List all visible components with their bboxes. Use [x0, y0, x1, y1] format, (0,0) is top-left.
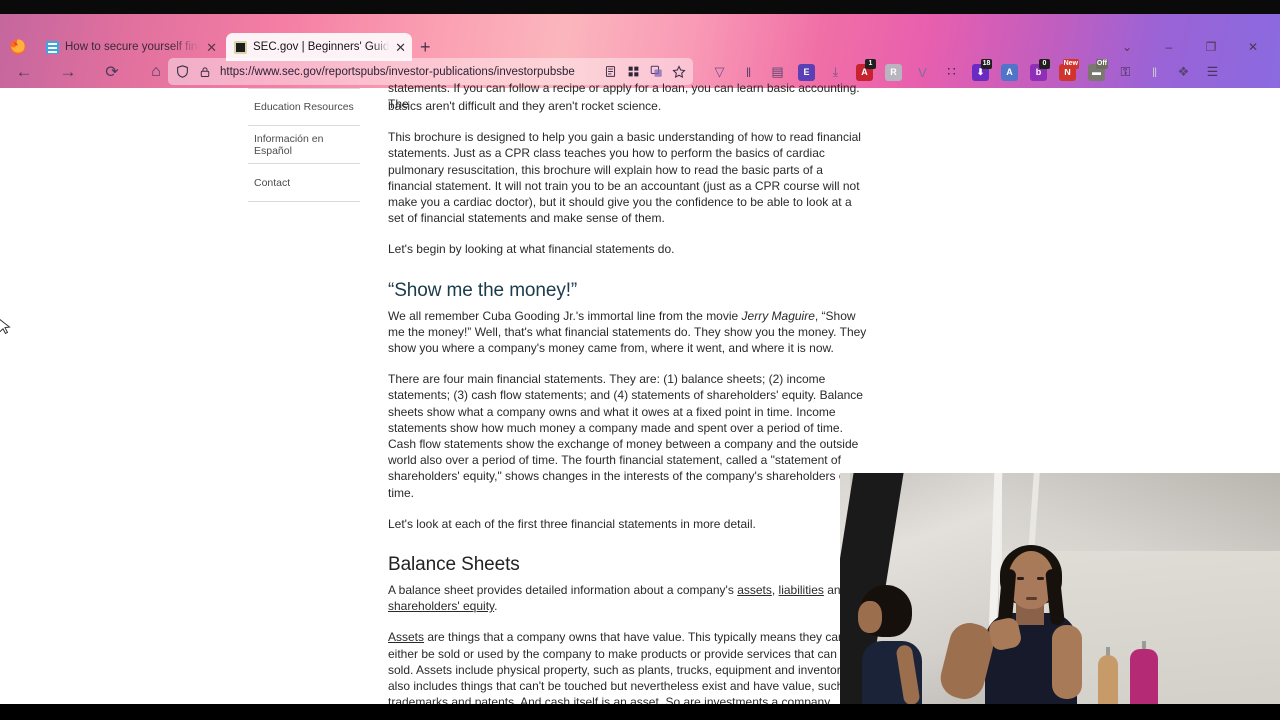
paragraph-first-three: Let's look at each of the first three fi… [388, 516, 756, 531]
extension-badge: Off [1095, 59, 1108, 69]
balance-separator: , [771, 583, 779, 598]
padlock-icon[interactable] [197, 64, 213, 80]
paragraph-brochure: This brochure is designed to help you ga… [388, 130, 861, 226]
paragraph-intro-tail: basics aren't difficult and they aren't … [388, 99, 662, 113]
sidebar-item-label: Contact [254, 176, 291, 189]
star-icon[interactable] [671, 64, 687, 80]
extension-badge: 0 [1039, 59, 1050, 69]
tab-title: How to secure yourself financia [65, 41, 200, 53]
new-tab-button[interactable]: + [420, 38, 431, 56]
script-blocker-extension-icon[interactable]: R [879, 58, 908, 86]
extension-badge: New [1062, 59, 1079, 69]
paragraph-lets-begin: Let's begin by looking at what financial… [388, 242, 675, 257]
app-menu-icon[interactable]: ☰ [1198, 58, 1227, 86]
paragraph-jerry-maguire: We all remember Cuba Gooding Jr.'s immor… [388, 308, 870, 357]
icon-glyph: V [918, 64, 927, 80]
heading-show-me-the-money: “Show me the money!” [388, 279, 578, 301]
privacy-lock-extension-icon[interactable]: ⚿ [1111, 58, 1140, 86]
extension-badge: 1 [865, 59, 876, 69]
link-shareholders-equity[interactable]: shareholders' equity [388, 599, 494, 613]
close-tab-icon[interactable]: ✕ [206, 41, 217, 54]
bitwarden-extension-icon[interactable]: b0 [1024, 58, 1053, 86]
mirror-reflection-face [858, 601, 882, 633]
reader-view-icon[interactable] [602, 64, 618, 80]
reload-button[interactable]: ⟳ [98, 58, 126, 86]
movie-title: Jerry Maguire [741, 308, 815, 323]
icon-glyph: E [798, 63, 815, 81]
heading-balance-sheets: Balance Sheets [388, 554, 520, 576]
paragraph-balance-sheet-definition: A balance sheet provides detailed inform… [388, 582, 870, 614]
icon-glyph: R [885, 63, 902, 81]
columns-extension-icon[interactable]: ‖ [1140, 58, 1169, 86]
sidebar-item-label: Education Resources [254, 101, 354, 113]
translate-icon[interactable] [648, 64, 664, 80]
sidebar-item-informacion-en-espanol[interactable]: Información en Español [248, 126, 360, 164]
title-bar-strip [0, 0, 1280, 14]
person-eye-left [1017, 577, 1024, 580]
mouse-cursor [0, 318, 11, 335]
url-text[interactable]: https://www.sec.gov/reportspubs/investor… [220, 66, 595, 78]
link-liabilities[interactable]: liabilities [779, 583, 824, 597]
person-eye-right [1037, 577, 1044, 580]
download-manager-extension-icon[interactable]: ⬇ 18 [966, 58, 995, 86]
balance-text-a: A balance sheet provides detailed inform… [388, 583, 738, 598]
icon-glyph: A [1001, 63, 1018, 81]
home-button[interactable]: ⌂ [142, 58, 170, 86]
translator-extension-icon[interactable]: A [995, 58, 1024, 86]
balance-text-c: . [494, 599, 498, 614]
icon-glyph: ☰ [1206, 64, 1219, 79]
extensions-puzzle-icon[interactable]: ❖ [1169, 58, 1198, 86]
icon-glyph: ‖ [745, 64, 752, 80]
article-content: basics aren't difficult and they aren't … [388, 88, 870, 720]
news-extension-icon[interactable]: N New [1053, 58, 1082, 86]
tab-strip: How to secure yourself financia ✕ SEC.go… [0, 14, 1280, 61]
page-sidebar-nav: Education Resources Información en Españ… [248, 88, 360, 202]
person-mouth [1026, 597, 1037, 600]
icon-glyph: ‖ [1151, 64, 1158, 80]
person-face [1012, 565, 1050, 609]
extension-badge: 18 [981, 59, 992, 69]
vimium-extension-icon[interactable]: V [908, 58, 937, 86]
forward-button[interactable]: → [54, 58, 82, 86]
bottom-letterbox-bar [0, 704, 1280, 720]
sec-seal-icon [234, 40, 247, 54]
webcam-overlay[interactable] [840, 473, 1280, 720]
icon-glyph: ⤓ [832, 64, 839, 79]
document-icon [46, 40, 59, 54]
screen: How to secure yourself financia ✕ SEC.go… [0, 0, 1280, 720]
money-text-a: We all remember Cuba Gooding Jr.'s immor… [388, 308, 742, 323]
apps-extension-icon[interactable]: ∷ [937, 58, 966, 86]
back-button[interactable]: ← [10, 58, 38, 86]
icon-glyph: ▤ [771, 64, 784, 79]
link-assets[interactable]: assets [737, 583, 772, 597]
tab-title: SEC.gov | Beginners' Guide to F [253, 41, 390, 53]
close-tab-icon[interactable]: ✕ [395, 41, 406, 54]
sidebar-item-contact[interactable]: Contact [248, 164, 360, 202]
link-assets-inline[interactable]: Assets [388, 630, 424, 644]
toggle-off-extension-icon[interactable]: ▬ Off [1082, 58, 1111, 86]
apps-grid-icon[interactable] [625, 64, 641, 80]
firefox-logo-icon [10, 39, 26, 55]
shield-icon[interactable] [174, 64, 190, 80]
paragraph-four-statements: There are four main financial statements… [388, 372, 863, 500]
icon-glyph: ∷ [947, 64, 956, 79]
icon-glyph: ❖ [1177, 64, 1190, 79]
person-shoulder-right [1052, 625, 1082, 699]
icon-glyph: ▽ [714, 64, 725, 79]
sidebar-item-label: Información en Español [254, 132, 324, 157]
sidebar-item-education-resources[interactable]: Education Resources [248, 88, 360, 126]
icon-glyph: ⚿ [1120, 64, 1131, 79]
browser-chrome: How to secure yourself financia ✕ SEC.go… [0, 0, 1280, 90]
